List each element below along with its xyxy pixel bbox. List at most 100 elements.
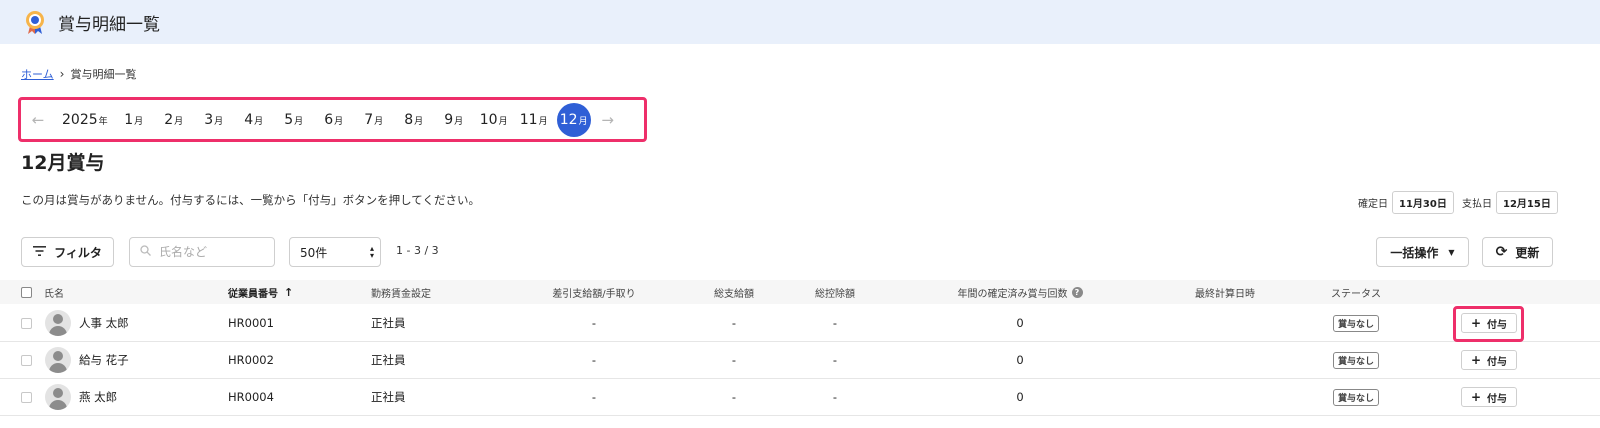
breadcrumb-home-link[interactable]: ホーム — [21, 66, 54, 82]
name-cell: 燕 太郎 — [45, 379, 117, 415]
net-pay-cell: - — [591, 353, 597, 367]
grant-button-label: 付与 — [1487, 356, 1508, 368]
month-6[interactable]: 6月 — [314, 103, 354, 137]
month-2[interactable]: 2月 — [154, 103, 194, 137]
table-header: 氏名 従業員番号 ↑ 勤務賃金設定 差引支給額/手取り 総支給額 総控除額 年間… — [0, 280, 1600, 304]
deduction-cell: - — [832, 316, 838, 330]
wage-setting-cell: 正社員 — [371, 316, 406, 330]
grant-button[interactable]: + 付与 — [1461, 387, 1517, 407]
filter-icon — [33, 245, 47, 259]
month-8[interactable]: 8月 — [394, 103, 434, 137]
month-number: 12 — [559, 112, 578, 128]
chevron-right-icon: › — [59, 67, 65, 81]
grant-button[interactable]: + 付与 — [1461, 350, 1517, 370]
row-checkbox[interactable] — [21, 354, 32, 366]
last-calc-cell — [1175, 342, 1275, 378]
month-3[interactable]: 3月 — [194, 103, 234, 137]
search-box — [129, 237, 275, 267]
help-icon[interactable]: ? — [1071, 286, 1083, 298]
grant-button[interactable]: + 付与 — [1461, 313, 1517, 333]
net-pay-cell: - — [591, 316, 597, 330]
month-9[interactable]: 9月 — [434, 103, 474, 137]
confirmed-count-cell: 0 — [1016, 353, 1024, 367]
top-bar: 賞与明細一覧 — [0, 0, 1600, 44]
action-cell: + 付与 — [1461, 305, 1517, 341]
select-all-cell — [21, 280, 32, 304]
month-number: 8 — [404, 112, 414, 128]
month-5[interactable]: 5月 — [274, 103, 314, 137]
employee-no-cell: HR0002 — [228, 353, 274, 367]
table-row: 燕 太郎 HR0004 正社員 - - - 0 賞与なし + 付与 — [0, 379, 1600, 416]
bulk-action-label: 一括操作 — [1390, 245, 1439, 260]
header-name[interactable]: 氏名 — [44, 280, 64, 304]
page-title: 12月賞与 — [21, 152, 105, 174]
employee-no-cell: HR0001 — [228, 316, 274, 330]
header-wage-setting[interactable]: 勤務賃金設定 — [371, 280, 431, 304]
month-10[interactable]: 10 月 — [474, 103, 514, 137]
employee-name[interactable]: 燕 太郎 — [79, 389, 117, 405]
header-last-calc[interactable]: 最終計算日時 — [1175, 280, 1275, 304]
grant-button-label: 付与 — [1487, 393, 1508, 405]
bulk-action-button[interactable]: 一括操作 ▼ — [1376, 237, 1469, 267]
grant-button-label: 付与 — [1487, 319, 1508, 331]
breadcrumb-current: 賞与明細一覧 — [70, 68, 137, 81]
employee-name[interactable]: 給与 花子 — [79, 352, 129, 368]
month-suffix: 月 — [578, 116, 588, 127]
table-row: 人事 太郎 HR0001 正社員 - - - 0 賞与なし + 付与 — [0, 305, 1600, 342]
deduction-cell: - — [832, 353, 838, 367]
avatar — [45, 347, 71, 373]
deduction-cell: - — [832, 390, 838, 404]
confirm-date-value: 11月30日 — [1392, 191, 1454, 214]
employee-name[interactable]: 人事 太郎 — [79, 315, 129, 331]
net-pay-cell: - — [591, 390, 597, 404]
row-select-cell — [21, 379, 32, 415]
month-1[interactable]: 1月 — [114, 103, 154, 137]
header-status[interactable]: ステータス — [1316, 280, 1396, 304]
filter-button[interactable]: フィルタ — [21, 237, 114, 267]
wage-setting-cell: 正社員 — [371, 353, 406, 367]
filter-label: フィルタ — [54, 245, 102, 260]
name-cell: 給与 花子 — [45, 342, 129, 378]
month-number: 4 — [244, 112, 254, 128]
year-value: 2025 — [62, 112, 98, 128]
caret-down-icon: ▼ — [1448, 247, 1455, 257]
month-suffix: 月 — [414, 116, 424, 127]
action-cell: + 付与 — [1461, 342, 1517, 378]
row-checkbox[interactable] — [21, 317, 32, 329]
header-net-pay[interactable]: 差引支給額/手取り — [534, 280, 654, 304]
month-4[interactable]: 4月 — [234, 103, 274, 137]
plus-icon: + — [1470, 316, 1482, 330]
refresh-button[interactable]: ⟳ 更新 — [1482, 237, 1553, 267]
month-7[interactable]: 7月 — [354, 103, 394, 137]
month-12-selected[interactable]: 12 月 — [556, 103, 591, 137]
sort-asc-icon: ↑ — [284, 285, 294, 299]
refresh-label: 更新 — [1515, 245, 1540, 260]
search-input[interactable] — [159, 245, 269, 259]
header-confirmed-count[interactable]: 年間の確定済み賞与回数 ? — [920, 280, 1120, 304]
header-deduction[interactable]: 総控除額 — [795, 280, 875, 304]
month-navigation: ← 2025年 1月 2月 3月 4月 5月 6月 7月 8月 9月 10 月 1… — [24, 102, 622, 138]
arrow-left-icon[interactable]: ← — [24, 106, 52, 134]
per-page-select[interactable]: 50件 ▴ ▾ — [289, 237, 381, 267]
employee-no-cell: HR0004 — [228, 390, 274, 404]
month-suffix: 月 — [374, 116, 384, 127]
no-bonus-notice: この月は賞与がありません。付与するには、一覧から「付与」ボタンを押してください。 — [21, 193, 480, 207]
breadcrumb: ホーム › 賞与明細一覧 — [21, 66, 136, 82]
header-employee-no[interactable]: 従業員番号 ↑ — [228, 280, 293, 304]
month-11[interactable]: 11 月 — [514, 103, 554, 137]
arrow-right-icon[interactable]: → — [594, 106, 622, 134]
month-suffix: 月 — [498, 116, 508, 127]
confirmed-count-cell: 0 — [1016, 390, 1024, 404]
confirm-date-info: 確定日 11月30日 — [1358, 191, 1454, 214]
month-number: 2 — [164, 112, 174, 128]
select-all-checkbox[interactable] — [21, 286, 32, 298]
row-checkbox[interactable] — [21, 391, 32, 403]
table-row: 給与 花子 HR0002 正社員 - - - 0 賞与なし + 付与 — [0, 342, 1600, 379]
status-badge: 賞与なし — [1332, 351, 1379, 369]
confirm-date-label: 確定日 — [1358, 199, 1388, 210]
header-gross[interactable]: 総支給額 — [694, 280, 774, 304]
month-number: 6 — [324, 112, 334, 128]
name-cell: 人事 太郎 — [45, 305, 129, 341]
month-suffix: 月 — [538, 116, 548, 127]
status-badge: 賞与なし — [1332, 388, 1379, 406]
